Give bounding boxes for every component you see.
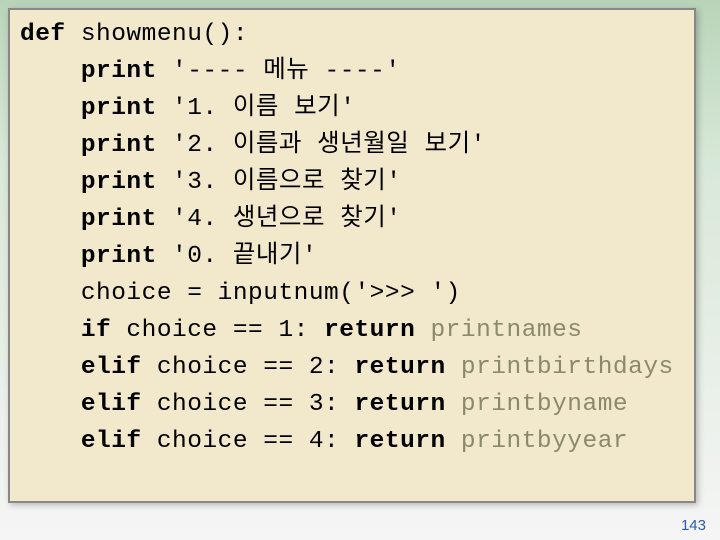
code-token — [446, 391, 461, 418]
code-line: if choice == 1: return printnames — [20, 312, 684, 349]
code-token: print — [81, 206, 157, 233]
code-token: def — [20, 21, 81, 48]
code-token: showmenu(): — [81, 21, 248, 48]
code-line: elif choice == 2: return printbirthdays — [20, 349, 684, 386]
code-token: print — [81, 58, 157, 85]
code-line: print '3. 이름으로 찾기' — [20, 164, 684, 201]
code-token: print — [81, 95, 157, 122]
code-token: return — [324, 317, 415, 344]
code-token: printbyyear — [461, 428, 628, 455]
code-token: return — [354, 428, 445, 455]
code-block: def showmenu(): print '---- 메뉴 ----' pri… — [8, 8, 696, 503]
code-line: def showmenu(): — [20, 16, 684, 53]
code-token: '1. 이름 보기' — [157, 95, 356, 122]
code-token: print — [81, 169, 157, 196]
code-token: print — [81, 132, 157, 159]
code-token: if — [81, 317, 111, 344]
code-token — [446, 428, 461, 455]
code-token: '3. 이름으로 찾기' — [157, 169, 402, 196]
code-token: printbirthdays — [461, 354, 674, 381]
code-token — [415, 317, 430, 344]
code-line: print '2. 이름과 생년월일 보기' — [20, 127, 684, 164]
code-token — [446, 354, 461, 381]
code-token: return — [354, 391, 445, 418]
code-line: print '4. 생년으로 찾기' — [20, 201, 684, 238]
code-token: '0. 끝내기' — [157, 243, 317, 270]
code-line: choice = inputnum('>>> ') — [20, 275, 684, 312]
code-token: '2. 이름과 생년월일 보기' — [157, 132, 486, 159]
code-token: elif — [81, 428, 142, 455]
code-token: choice == 3: — [142, 391, 355, 418]
code-token: choice == 4: — [142, 428, 355, 455]
code-line: print '---- 메뉴 ----' — [20, 53, 684, 90]
code-line: elif choice == 4: return printbyyear — [20, 423, 684, 460]
code-token: '---- 메뉴 ----' — [157, 58, 401, 85]
code-token: printbyname — [461, 391, 628, 418]
code-token: choice == 2: — [142, 354, 355, 381]
code-token: return — [354, 354, 445, 381]
code-token: print — [81, 243, 157, 270]
code-token: elif — [81, 391, 142, 418]
code-line: print '0. 끝내기' — [20, 238, 684, 275]
code-token: choice == 1: — [111, 317, 324, 344]
code-token: elif — [81, 354, 142, 381]
code-line: elif choice == 3: return printbyname — [20, 386, 684, 423]
code-token: printnames — [430, 317, 582, 344]
code-token: '4. 생년으로 찾기' — [157, 206, 402, 233]
code-token: choice = inputnum('>>> ') — [81, 280, 461, 307]
page-number: 143 — [681, 517, 706, 534]
code-line: print '1. 이름 보기' — [20, 90, 684, 127]
